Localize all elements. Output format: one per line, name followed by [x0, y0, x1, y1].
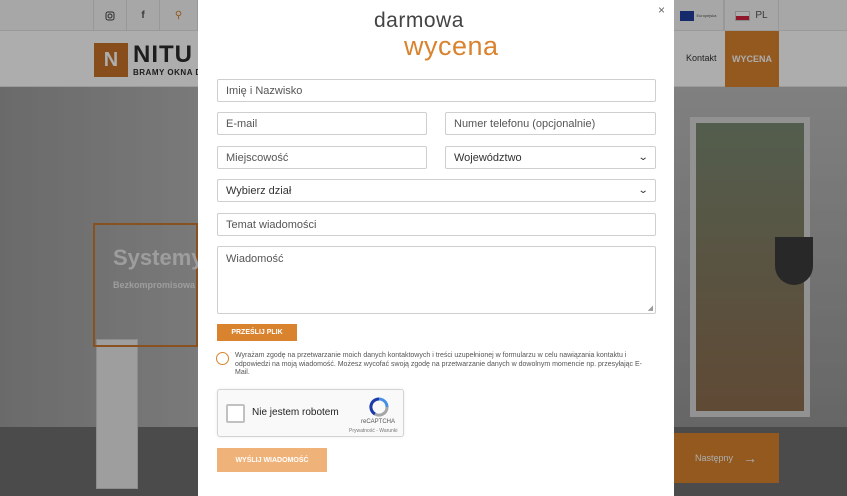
chevron-down-icon: ⌄ [637, 185, 649, 196]
recaptcha-brand: reCAPTCHA [361, 419, 396, 425]
region-select[interactable]: Województwo ⌄ [445, 146, 656, 169]
recaptcha-logo-icon [369, 397, 389, 417]
consent-text: Wyrażam zgodę na przetwarzanie moich dan… [235, 352, 642, 376]
recaptcha-terms-link[interactable]: Prywatność - Warunki [349, 428, 397, 434]
department-selected: Wybierz dział [226, 184, 292, 197]
upload-file-button[interactable]: PRZEŚLIJ PLIK [217, 324, 297, 341]
chevron-down-icon: ⌄ [637, 152, 649, 163]
message-placeholder: Wiadomość [226, 253, 284, 265]
quote-modal: × darmowa wycena Imię i Nazwisko E-mail … [198, 0, 674, 496]
subject-field[interactable]: Temat wiadomości [217, 213, 656, 236]
close-icon[interactable]: × [658, 3, 665, 17]
name-placeholder: Imię i Nazwisko [226, 84, 303, 97]
email-field[interactable]: E-mail [217, 112, 427, 135]
message-textarea[interactable]: Wiadomość ◢ [217, 246, 656, 314]
department-select[interactable]: Wybierz dział ⌄ [217, 179, 656, 202]
phone-field[interactable]: Numer telefonu (opcjonalnie) [445, 112, 656, 135]
region-selected: Województwo [454, 151, 522, 164]
city-field[interactable]: Miejscowość [217, 146, 427, 169]
send-message-button[interactable]: WYŚLIJ WIADOMOŚĆ [217, 448, 327, 472]
consent-checkbox[interactable] [216, 352, 229, 365]
recaptcha-widget: Nie jestem robotem reCAPTCHA Prywatność … [217, 389, 404, 437]
name-field[interactable]: Imię i Nazwisko [217, 79, 656, 102]
recaptcha-checkbox[interactable] [226, 404, 245, 423]
phone-placeholder: Numer telefonu (opcjonalnie) [454, 117, 596, 130]
modal-title-line1: darmowa [374, 9, 464, 32]
resize-handle-icon[interactable]: ◢ [648, 304, 653, 312]
modal-title-line2: wycena [404, 31, 499, 61]
subject-placeholder: Temat wiadomości [226, 218, 317, 231]
city-placeholder: Miejscowość [226, 151, 289, 164]
email-placeholder: E-mail [226, 117, 258, 130]
recaptcha-label: Nie jestem robotem [252, 407, 339, 418]
